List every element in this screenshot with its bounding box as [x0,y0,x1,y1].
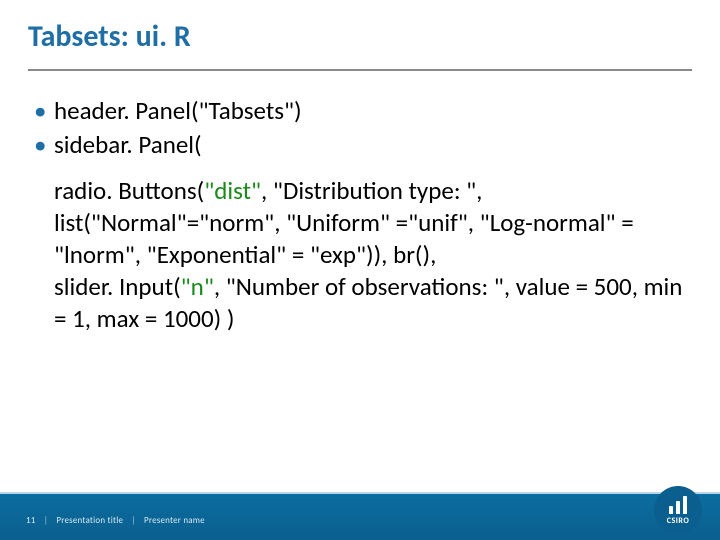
slide-title: Tabsets: ui. R [28,18,692,55]
bullet-item: sidebar. Panel( [34,129,686,161]
presenter-name: Presenter name [144,515,205,526]
logo-label: CSIRO [667,516,689,526]
presentation-title: Presentation title [56,515,123,526]
code-text: slider. Input( [54,271,181,302]
code-string-literal: "dist" [204,175,261,206]
content-area: header. Panel("Tabsets") sidebar. Panel(… [0,71,720,335]
code-paragraph: radio. Buttons("dist", "Distribution typ… [34,175,686,335]
code-string-literal: "n" [181,271,214,302]
separator: | [125,515,141,526]
footer-text: 11 | Presentation title | Presenter name [26,515,205,526]
slide: Tabsets: ui. R header. Panel("Tabsets") … [0,0,720,540]
bullet-item: header. Panel("Tabsets") [34,95,686,127]
title-block: Tabsets: ui. R [0,0,720,63]
bullet-list: header. Panel("Tabsets") sidebar. Panel( [34,95,686,161]
separator: | [38,515,54,526]
code-text: radio. Buttons( [54,175,204,206]
csiro-logo: CSIRO [654,486,702,534]
logo-bars-icon [669,496,687,514]
logo-circle-icon: CSIRO [654,486,702,534]
footer: 11 | Presentation title | Presenter name… [0,476,720,540]
page-number: 11 [26,515,36,526]
